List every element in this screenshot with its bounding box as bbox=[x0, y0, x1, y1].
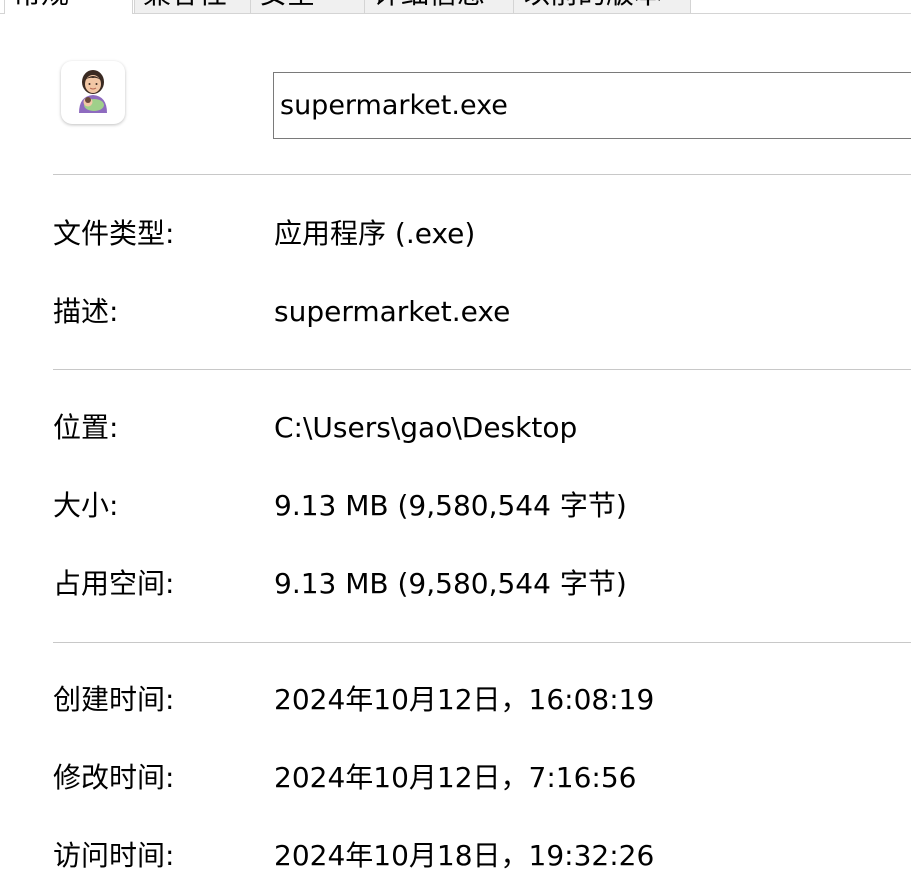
tab-label: 以前的版本 bbox=[522, 0, 662, 12]
separator bbox=[53, 369, 911, 370]
tab-general[interactable]: 常规 bbox=[4, 0, 133, 14]
separator bbox=[53, 174, 911, 175]
tab-strip: 常规 兼容性 安全 详细信息 以前的版本 bbox=[0, 0, 911, 14]
size-on-disk-label: 占用空间: bbox=[53, 567, 175, 600]
tab-security[interactable]: 安全 bbox=[250, 0, 364, 13]
modified-label: 修改时间: bbox=[53, 761, 175, 794]
tab-label: 常规 bbox=[13, 0, 69, 12]
tab-divider bbox=[132, 13, 911, 14]
created-label: 创建时间: bbox=[53, 683, 175, 716]
accessed-label: 访问时间: bbox=[53, 839, 175, 872]
location-value: C:\Users\gao\Desktop bbox=[274, 411, 578, 444]
tab-details[interactable]: 详细信息 bbox=[364, 0, 513, 13]
tab-label: 安全 bbox=[259, 0, 315, 12]
tab-label: 兼容性 bbox=[143, 0, 227, 12]
properties-dialog: 常规 兼容性 安全 详细信息 以前的版本 bbox=[0, 0, 911, 896]
modified-value: 2024年10月12日，7:16:56 bbox=[274, 761, 637, 794]
description-label: 描述: bbox=[53, 295, 119, 328]
file-name-input[interactable] bbox=[273, 72, 911, 139]
size-on-disk-value: 9.13 MB (9,580,544 字节) bbox=[274, 567, 627, 600]
accessed-value: 2024年10月18日，19:32:26 bbox=[274, 839, 655, 872]
size-value: 9.13 MB (9,580,544 字节) bbox=[274, 489, 627, 522]
tab-compatibility[interactable]: 兼容性 bbox=[134, 0, 250, 13]
created-value: 2024年10月12日，16:08:19 bbox=[274, 683, 655, 716]
person-app-icon bbox=[61, 61, 125, 124]
location-label: 位置: bbox=[53, 411, 119, 444]
tab-previous-versions[interactable]: 以前的版本 bbox=[513, 0, 691, 13]
tab-label: 详细信息 bbox=[373, 0, 485, 12]
separator bbox=[53, 642, 911, 643]
file-type-label: 文件类型: bbox=[53, 217, 175, 250]
size-label: 大小: bbox=[53, 489, 119, 522]
description-value: supermarket.exe bbox=[274, 295, 511, 328]
file-type-value: 应用程序 (.exe) bbox=[274, 217, 476, 250]
